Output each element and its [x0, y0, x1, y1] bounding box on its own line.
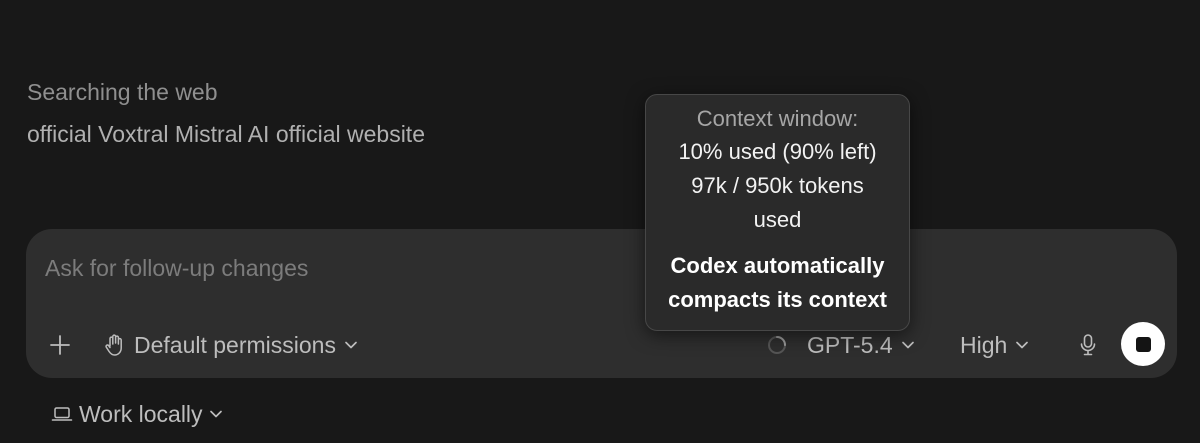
composer: Default permissions GPT-5.4 High: [26, 229, 1177, 378]
permissions-dropdown[interactable]: Default permissions: [104, 330, 358, 360]
plus-icon: [50, 335, 70, 355]
web-search-activity: Searching the web official Voxtral Mistr…: [27, 78, 425, 148]
reasoning-effort-dropdown[interactable]: High: [960, 330, 1029, 360]
chevron-down-icon: [901, 341, 914, 349]
auto-compact-note: Codex automatically compacts its context: [668, 253, 887, 312]
laptop-icon: [51, 407, 73, 421]
follow-up-input[interactable]: [45, 251, 685, 285]
activity-query: official Voxtral Mistral AI official web…: [27, 121, 425, 147]
chevron-down-icon: [345, 341, 357, 349]
work-mode-label: Work locally: [79, 400, 203, 427]
work-mode-dropdown[interactable]: Work locally: [51, 400, 223, 428]
hand-icon: [105, 334, 122, 356]
permissions-label: Default permissions: [134, 331, 336, 358]
microphone-icon: [1080, 334, 1096, 356]
microphone-button[interactable]: [1074, 331, 1102, 359]
model-label: GPT-5.4: [807, 331, 893, 358]
effort-label: High: [960, 331, 1008, 358]
stop-button[interactable]: [1121, 322, 1165, 366]
activity-title: Searching the web: [27, 79, 218, 105]
model-dropdown[interactable]: GPT-5.4: [807, 330, 915, 360]
tooltip-heading: Context window:: [696, 106, 859, 131]
token-count-text: 97k / 950k tokens used: [691, 173, 864, 232]
context-window-tooltip: Context window: 10% used (90% left) 97k …: [645, 94, 910, 331]
chevron-down-icon: [1016, 341, 1029, 349]
stop-icon: [1135, 336, 1151, 352]
context-usage-text: 10% used (90% left): [678, 139, 877, 164]
chevron-down-icon: [209, 410, 222, 418]
app-window: Searching the web official Voxtral Mistr…: [0, 0, 1200, 443]
spinner-icon: [768, 336, 786, 354]
add-button[interactable]: [46, 331, 74, 359]
